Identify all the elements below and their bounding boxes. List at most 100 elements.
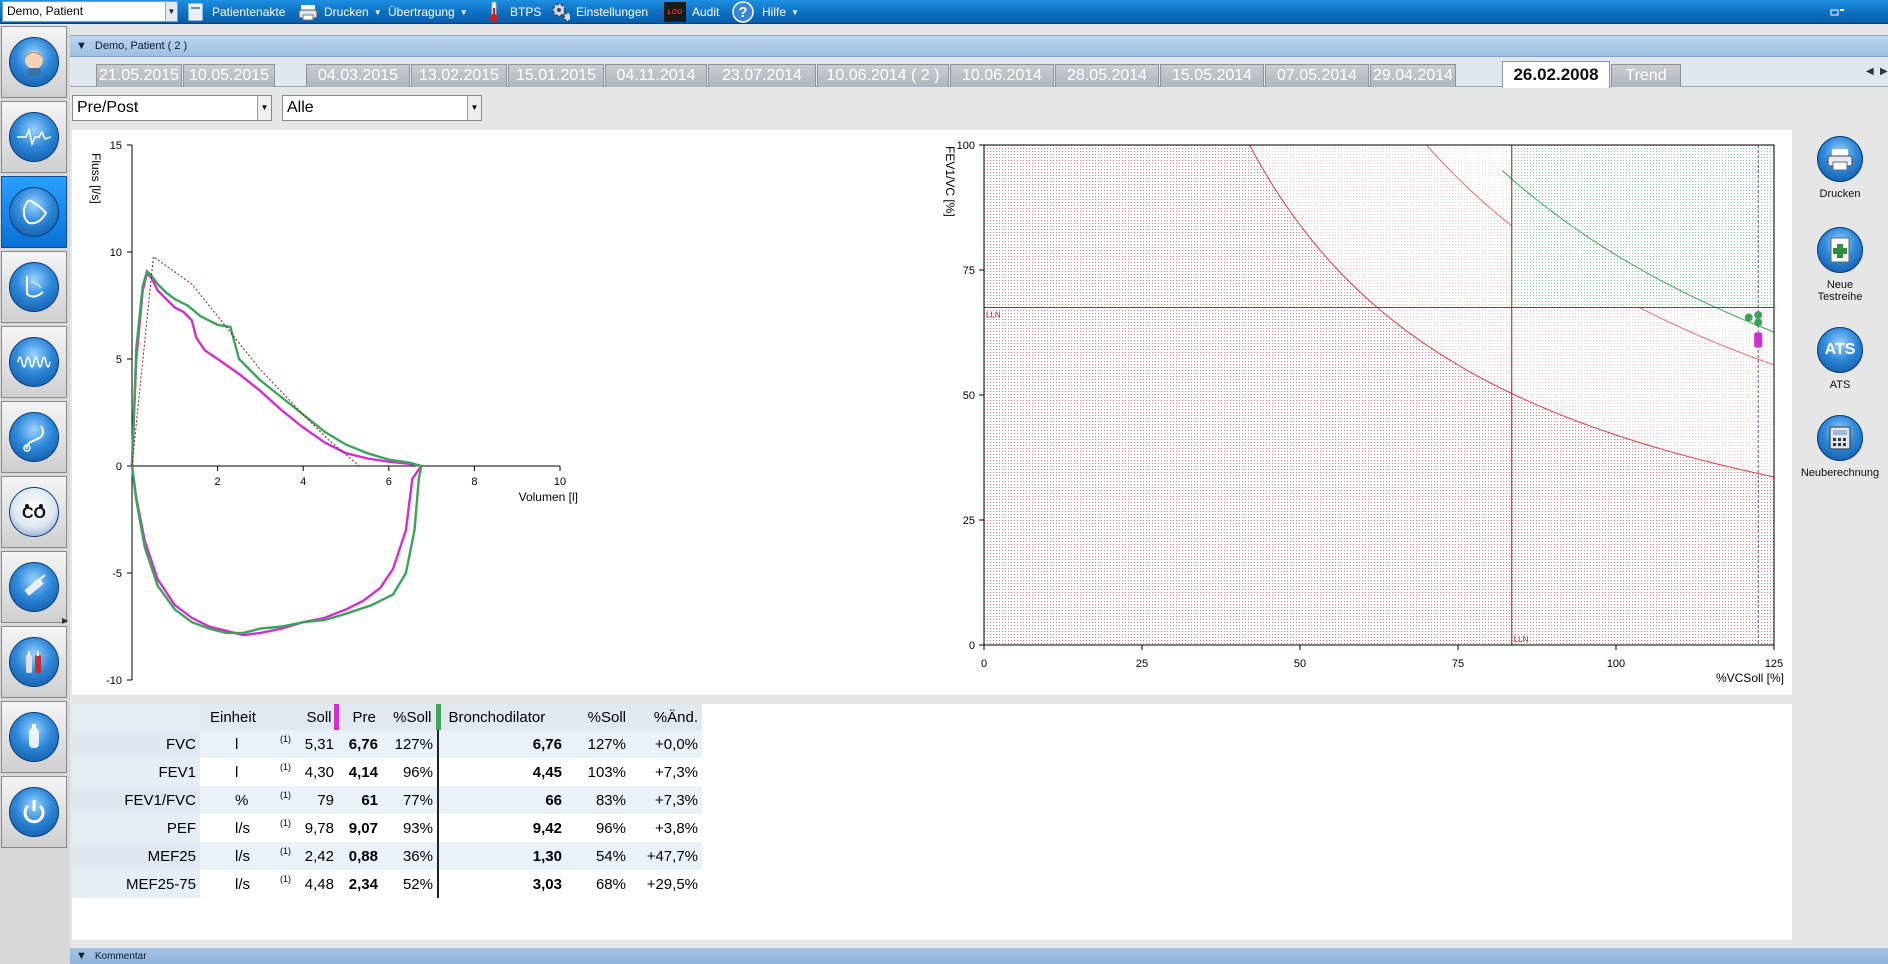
drucken-action[interactable]: Drucken — [1792, 136, 1888, 200]
tab-visit[interactable]: 10.05.2015 — [183, 64, 275, 87]
collapse-triangle-icon[interactable]: ▼ — [76, 40, 87, 52]
folder-icon — [186, 2, 206, 22]
patient-select[interactable]: Demo, Patient ▼ — [2, 1, 178, 22]
oscillation-module-button[interactable] — [1, 326, 67, 398]
pre-cell: 61 — [336, 786, 386, 814]
patient-module-button[interactable] — [1, 26, 67, 98]
compliance-module-button[interactable] — [1, 401, 67, 473]
tab-visit[interactable]: 23.07.2014 — [708, 64, 816, 87]
drucken-menu[interactable]: Drucken ▼ — [298, 0, 382, 24]
tab-visit[interactable]: 29.04.2014 — [1370, 64, 1456, 87]
fev1vc-chart: LLN LLN 0 25 50 75 100 0 25 50 75 100 125%VCSoll [%]… — [943, 140, 1784, 685]
table-row[interactable]: FEV1 l (1) 4,30 4,14 96% 4,45 103% +7,3% — [72, 758, 702, 786]
comment-strip[interactable]: ▼ Kommentar — [70, 948, 1888, 964]
neue-testreihe-action[interactable]: Neue Testreihe — [1792, 227, 1888, 303]
change-cell: +29,5% — [646, 875, 698, 893]
tab-visit[interactable]: 10.06.2014 ( 2 ) — [817, 64, 949, 87]
soll-cell: 4,30 — [304, 763, 334, 781]
unit-cell: l — [200, 730, 280, 758]
patient-header-title: Demo, Patient ( 2 ) — [94, 40, 188, 52]
bodybox-module-button[interactable] — [1, 251, 67, 323]
change-cell: +7,3% — [655, 763, 698, 781]
bronchodilator-cell: 3,03 — [532, 875, 562, 893]
uebertragung-menu[interactable]: Übertragung ▼ — [388, 0, 468, 24]
note-marker: (1) — [280, 842, 298, 870]
tab-visit[interactable]: 13.02.2015 — [411, 64, 507, 87]
chevron-down-icon[interactable]: ▼ — [257, 96, 271, 120]
flow-volume-chart: 15 10 5 0 -5 -10 2 4 6 8 10 Volumen [l] Fluss [l/s] — [89, 140, 578, 687]
diffusion-module-button[interactable]: CO — [1, 476, 67, 548]
unit-cell: % — [200, 786, 280, 814]
tab-trend[interactable]: Trend — [1611, 64, 1681, 87]
tab-visit[interactable]: 10.06.2014 — [950, 64, 1054, 87]
unit-cell: l/s — [235, 819, 250, 837]
plot-area — [984, 145, 1774, 645]
table-header-row: Einheit Soll Pre %Soll Bronchodilator %S… — [72, 704, 702, 730]
note-marker: (1) — [280, 818, 291, 828]
prepost-select[interactable]: Pre/Post ▼ — [72, 95, 272, 121]
collapse-triangle-icon[interactable]: ▼ — [76, 950, 87, 962]
main-toolbar: Demo, Patient ▼ Patientenakte Drucken ▼ … — [0, 0, 1888, 24]
y-tick-label: 10 — [110, 247, 122, 259]
change-cell: +47,7% — [630, 842, 702, 870]
neuberechnung-action[interactable]: Neuberechnung — [1792, 415, 1888, 479]
tab-visit[interactable]: 21.05.2015 — [96, 64, 182, 87]
ergospirometry-module-button[interactable] — [1, 626, 67, 698]
gas-module-button[interactable] — [1, 701, 67, 773]
btps-button[interactable]: BTPS — [484, 0, 541, 24]
patient-header-strip[interactable]: ▼ Demo, Patient ( 2 ) — [70, 35, 1888, 57]
chevron-down-icon[interactable]: ▼ — [165, 2, 177, 21]
hilfe-menu[interactable]: ? Hilfe ▼ — [730, 0, 799, 24]
table-row[interactable]: MEF25-75 l/s (1) 4,48 2,34 52% 3,03 68% +29,5% — [72, 870, 702, 898]
expand-arrow-icon[interactable]: ▶ — [62, 616, 68, 625]
post-percent-soll-header: %Soll — [568, 704, 630, 730]
waveform-icon — [9, 112, 59, 162]
unit-cell: l/s — [235, 875, 250, 893]
post-percent-soll-cell: 83% — [568, 786, 630, 814]
tab-visit[interactable]: 07.05.2014 — [1265, 64, 1369, 87]
scope-select[interactable]: Alle ▼ — [282, 95, 482, 121]
bronchodilator-header: Bronchodilator — [435, 704, 568, 730]
normal-region — [1511, 145, 1774, 308]
chevron-down-icon[interactable]: ▼ — [467, 96, 481, 120]
neue-testreihe-label: Neue Testreihe — [1817, 279, 1863, 303]
ats-action[interactable]: ATS ATS — [1792, 327, 1888, 391]
post-percent-soll-cell: 127% — [568, 730, 630, 758]
tab-visit[interactable]: 04.03.2015 — [306, 64, 410, 87]
table-row[interactable]: FVC l (1) 5,31 6,76 127% 6,76 127% +0,0% — [72, 730, 702, 758]
note-marker: (1) — [280, 730, 298, 758]
tab-visit[interactable]: 15.05.2014 — [1160, 64, 1264, 87]
table-row[interactable]: MEF25 l/s (1) 2,42 0,88 36% 1,30 54% +47,7% — [72, 842, 702, 870]
provocation-module-button[interactable] — [1, 551, 67, 623]
post-percent-soll-cell: 96% — [595, 819, 626, 837]
pre-percent-soll-cell: 93% — [386, 814, 439, 842]
x-tick-label: 8 — [471, 476, 477, 488]
exit-button[interactable] — [1, 776, 67, 848]
help-icon: ? — [730, 1, 756, 23]
table-row[interactable]: PEF l/s (1) 9,78 9,07 93% 9,42 96% +3,8% — [72, 814, 702, 842]
x-tick-label: 0 — [981, 658, 987, 670]
ecg-module-button[interactable] — [1, 101, 67, 173]
spirometry-module-button[interactable] — [1, 176, 67, 248]
uebertragung-label: Übertragung — [388, 5, 455, 19]
gears-icon — [550, 2, 570, 22]
y-tick-label: 0 — [116, 461, 122, 473]
window-restore-icon[interactable] — [1830, 0, 1846, 24]
tab-visit[interactable]: 04.11.2014 — [605, 64, 707, 87]
tab-visit-active[interactable]: 26.02.2008 — [1502, 61, 1610, 88]
pre-cell: 4,14 — [348, 763, 378, 781]
table-row[interactable]: FEV1/FVC% (1) 79 61 77% 66 83% +7,3% — [72, 786, 702, 814]
tab-scroll-right-icon[interactable]: ▶ — [1880, 66, 1888, 77]
tab-scroll-left-icon[interactable]: ◀ — [1866, 66, 1874, 77]
audit-button[interactable]: LOG Audit — [664, 0, 719, 24]
comment-title: Kommentar — [94, 950, 147, 962]
patient-select-value: Demo, Patient — [7, 4, 84, 18]
pre-cell: 0,88 — [336, 842, 386, 870]
tab-visit[interactable]: 15.01.2015 — [508, 64, 604, 87]
pre-percent-soll-cell: 127% — [386, 730, 439, 758]
patientenakte-button[interactable]: Patientenakte — [186, 0, 285, 24]
thermometer-icon — [484, 1, 504, 22]
data-point — [1754, 318, 1763, 327]
einstellungen-button[interactable]: Einstellungen — [550, 0, 648, 24]
tab-visit[interactable]: 28.05.2014 — [1055, 64, 1159, 87]
